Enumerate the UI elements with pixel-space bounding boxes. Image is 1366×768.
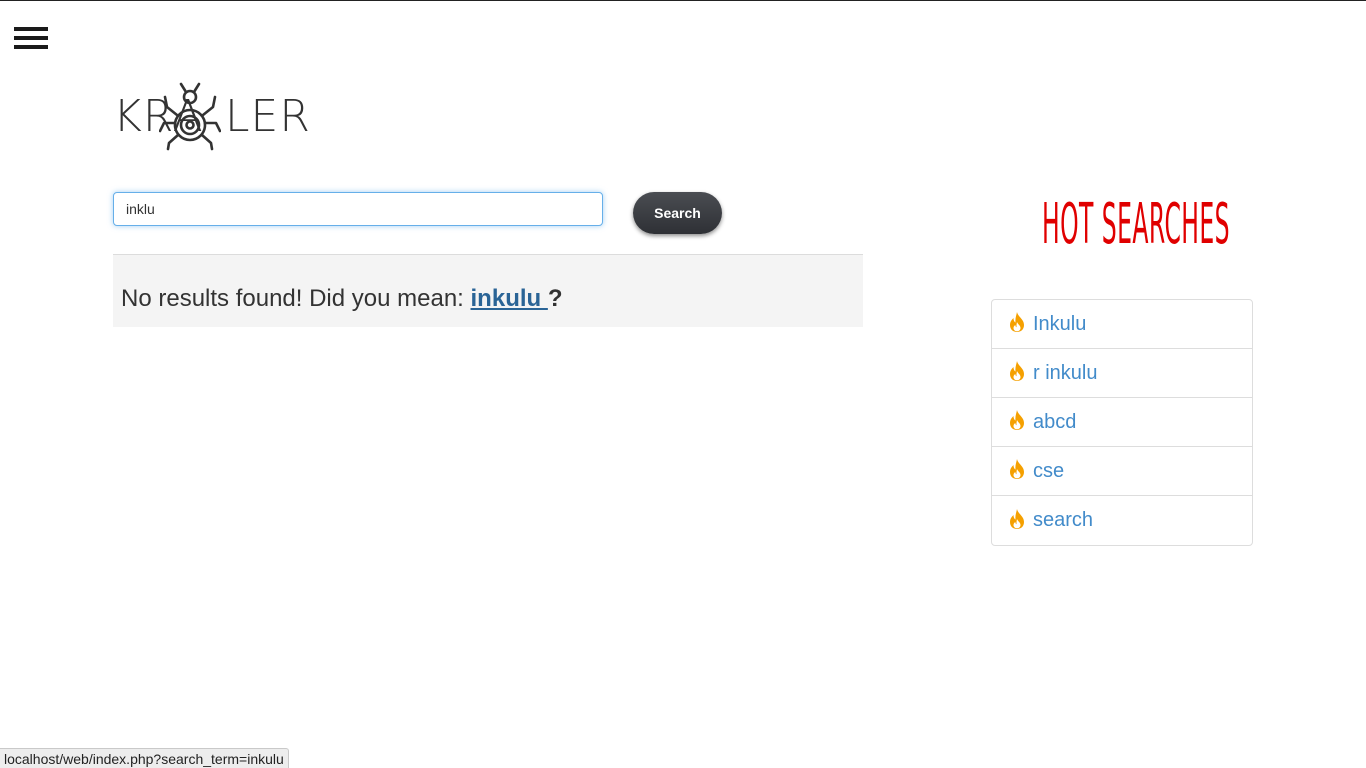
fire-icon — [1010, 312, 1024, 332]
logo[interactable]: KRA LER — [113, 81, 310, 151]
logo-text-right: LER — [225, 90, 311, 142]
hot-search-item[interactable]: r inkulu — [992, 349, 1252, 398]
page: KRA LER Search No results found! Di — [0, 0, 1366, 768]
hot-search-label: r inkulu — [1033, 361, 1098, 384]
fire-icon — [1010, 410, 1024, 430]
hot-search-item[interactable]: cse — [992, 447, 1252, 496]
fire-icon — [1010, 459, 1024, 479]
hot-searches-title: HOT SEARCHES — [1042, 192, 1231, 257]
question-mark: ? — [547, 285, 563, 312]
no-results-text: No results found! Did you mean: — [121, 285, 471, 312]
hot-search-label: cse — [1033, 459, 1065, 482]
status-bar-url: localhost/web/index.php?search_term=inku… — [0, 748, 289, 768]
hot-searches-list: Inkulu r inkulu abcd cse search — [991, 299, 1253, 546]
hot-search-item[interactable]: Inkulu — [992, 300, 1252, 349]
hot-search-item[interactable]: search — [992, 496, 1252, 545]
search-input[interactable] — [113, 192, 603, 226]
suggestion-link[interactable]: inkulu — [471, 285, 548, 312]
search-button[interactable]: Search — [633, 192, 722, 234]
hot-search-label: search — [1033, 509, 1094, 531]
hamburger-menu-icon[interactable] — [14, 27, 48, 49]
hot-search-label: abcd — [1033, 410, 1077, 433]
fire-icon — [1010, 361, 1024, 381]
spider-icon — [159, 82, 221, 151]
result-box: No results found! Did you mean: inkulu ? — [113, 255, 863, 327]
hot-search-item[interactable]: abcd — [992, 398, 1252, 447]
fire-icon — [1010, 508, 1024, 529]
hot-search-label: Inkulu — [1033, 312, 1087, 335]
no-results-message: No results found! Did you mean: inkulu ? — [121, 285, 563, 313]
